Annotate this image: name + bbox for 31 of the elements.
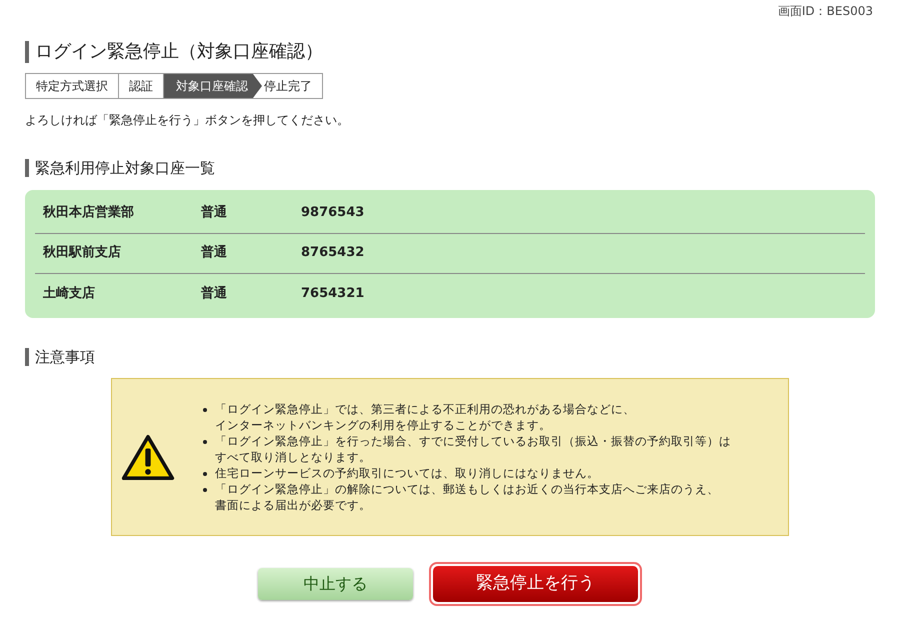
notice-text: 「ログイン緊急停止」では、第三者による不正利用の恐れがある場合などに、 インターネットバンキングの利用を停止することができます。 [215,401,635,433]
account-type: 普通 [201,284,228,303]
bullet-icon [203,440,207,444]
notice-text: 「ログイン緊急停止」の解除については、郵送もしくはお近くの当行本支店へご来店のうえ、 書面による届出が必要です。 [215,481,719,513]
section-heading: ログイン緊急停止（対象口座確認） [35,40,323,64]
account-number: 8765432 [301,244,364,262]
screen-id: 画面ID：BES003 [778,3,873,20]
branch-name: 秋田本店営業部 [42,204,135,222]
instruction-text: よろしければ「緊急停止を行う」ボタンを押してください。 [25,112,350,129]
section-heading: 注意事項 [35,346,95,368]
step-item: 対象口座確認 [164,74,262,98]
emergency-stop-button[interactable]: 緊急停止を行う [429,562,642,606]
account-type: 普通 [201,244,228,262]
account-number: 7654321 [301,284,364,303]
bullet-icon [203,472,207,476]
account-type: 普通 [201,204,228,222]
account-number: 9876543 [301,204,364,222]
branch-name: 秋田駅前支店 [42,244,122,262]
branch-name: 土崎支店 [42,284,96,303]
bullet-icon [203,488,207,492]
notice-text: 「ログイン緊急停止」を行った場合、すでに受付しているお取引（振込・振替の予約取引等）は すべて取り消しとなります。 [215,433,731,465]
section-heading: 緊急利用停止対象口座一覧 [35,158,215,179]
heading-bar [25,348,29,366]
cancel-button[interactable]: 中止する [258,568,413,600]
heading-bar [25,40,29,62]
bullet-icon [203,408,207,412]
step-item: 停止完了 [263,78,313,95]
warning-icon [121,434,175,480]
notice-text: 住宅ローンサービスの予約取引については、取り消しにはなりません。 [215,465,599,481]
step-item: 特定方式選択 [26,74,119,98]
heading-bar [25,159,29,178]
